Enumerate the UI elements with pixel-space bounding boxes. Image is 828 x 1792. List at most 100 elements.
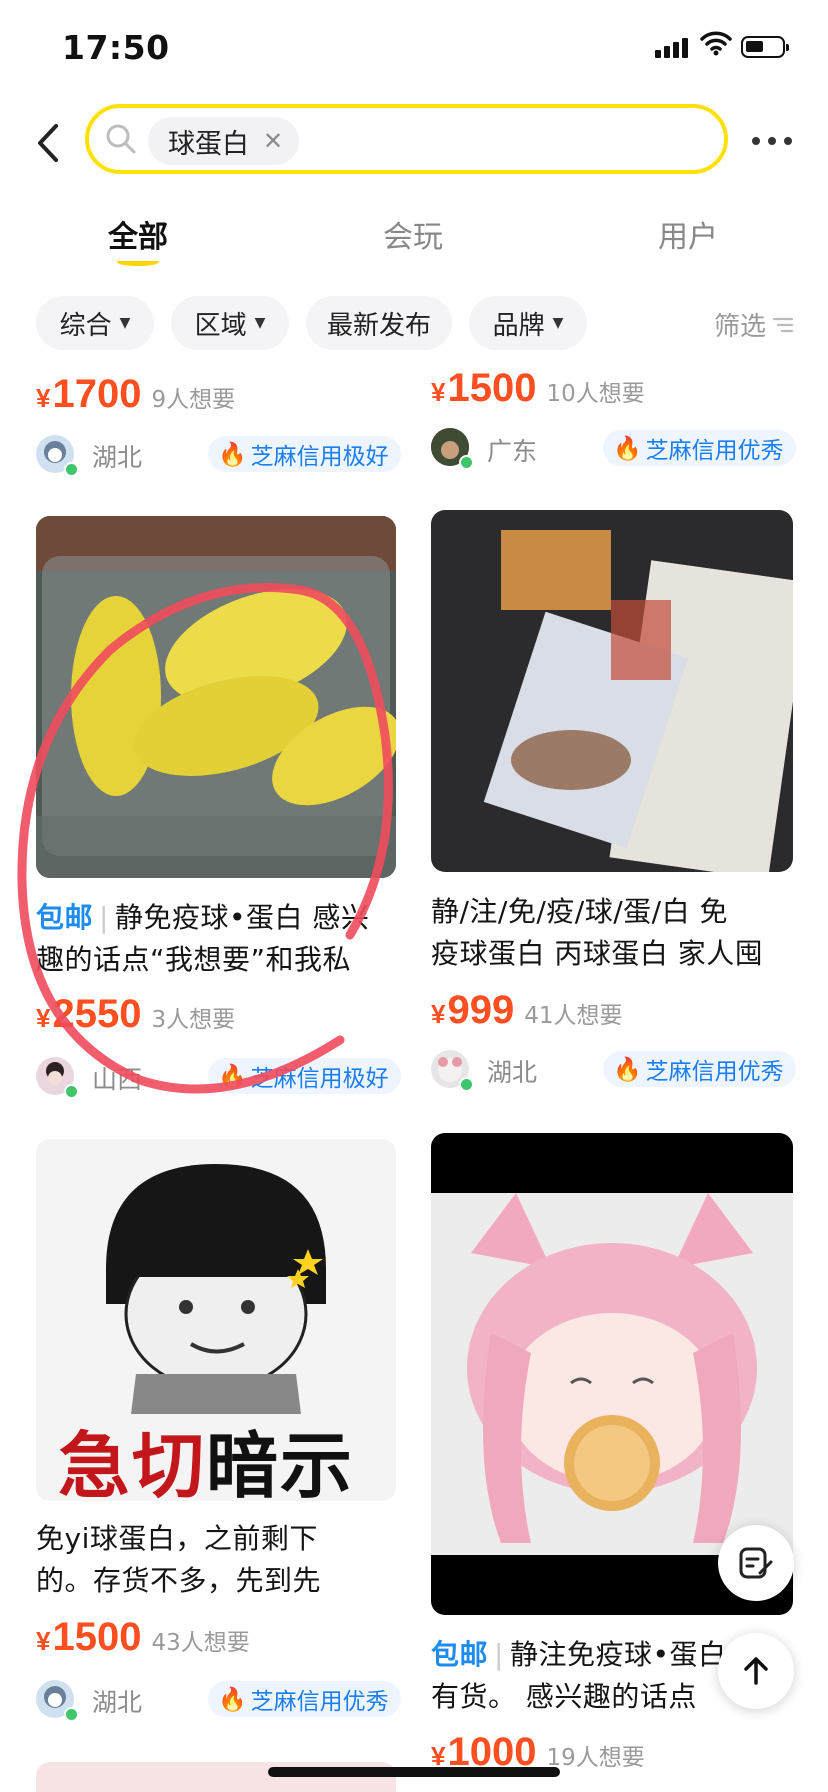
title-line-2: 有货。 感兴趣的话点: [431, 1680, 697, 1713]
credit-text: 芝麻信用优秀: [645, 1059, 784, 1085]
credit-text: 芝麻信用极好: [250, 1066, 389, 1092]
credit-badge: 🔥 芝麻信用优秀: [208, 1681, 401, 1717]
post-item-button[interactable]: [718, 1525, 794, 1601]
credit-badge: 🔥 芝麻信用极好: [208, 436, 401, 472]
cellular-signal-icon: [655, 38, 688, 58]
meme-caption-red: 急切: [58, 1424, 207, 1501]
status-time: 17:50: [62, 28, 170, 67]
price-value: 1700: [52, 372, 142, 416]
online-dot: [64, 1084, 79, 1099]
wants-count: 19人想要: [546, 1745, 645, 1771]
more-options-icon[interactable]: [752, 137, 792, 145]
credit-badge: 🔥 芝麻信用优秀: [603, 1051, 796, 1087]
online-dot: [64, 1707, 79, 1722]
filter-lines-icon: [772, 317, 794, 332]
title-divider: |: [494, 1638, 504, 1671]
filter-sort-label: 综合: [59, 310, 112, 341]
online-dot: [64, 462, 79, 477]
filter-newest[interactable]: 最新发布: [306, 296, 452, 350]
location-label: 湖北: [92, 443, 143, 472]
credit-text: 芝麻信用优秀: [645, 438, 784, 464]
credit-badge: 🔥 芝麻信用极好: [208, 1058, 401, 1094]
credit-text: 芝麻信用极好: [250, 444, 389, 470]
price-label: ¥1700 9人想要: [36, 372, 235, 417]
filter-region[interactable]: 区域 ▼: [171, 296, 289, 350]
credit-flame-icon: 🔥: [218, 441, 247, 468]
online-dot: [459, 455, 474, 470]
product-image-meme[interactable]: 急切暗示: [36, 1139, 396, 1501]
credit-badge: 🔥 芝麻信用优秀: [603, 430, 796, 466]
filter-screen-label: 筛选: [714, 312, 767, 342]
price-label: ¥999 41人想要: [431, 988, 623, 1033]
currency-symbol: ¥: [431, 377, 446, 407]
title-line-2: 趣的话点“我想要”和我私: [36, 943, 352, 976]
tab-players[interactable]: 会玩: [383, 212, 443, 256]
back-arrow-icon[interactable]: [30, 116, 70, 170]
wifi-icon: [700, 31, 732, 56]
location-label: 湖北: [92, 1688, 143, 1717]
wants-count: 43人想要: [151, 1630, 250, 1656]
credit-flame-icon: 🔥: [218, 1686, 247, 1713]
product-title[interactable]: 包邮 | 静注免疫球•蛋白 有货。 感兴趣的话点: [431, 1634, 731, 1718]
product-title[interactable]: 静/注/免/疫/球/蛋/白 免 疫球蛋白 丙球蛋白 家人囤: [431, 891, 806, 975]
credit-text: 芝麻信用优秀: [250, 1689, 389, 1715]
battery-icon: [741, 36, 789, 58]
location-label: 广东: [487, 437, 538, 466]
wants-count: 9人想要: [151, 387, 236, 413]
filter-screen-button[interactable]: 筛选: [714, 306, 794, 343]
location-label: 山西: [92, 1065, 143, 1094]
currency-symbol: ¥: [36, 1003, 51, 1033]
credit-flame-icon: 🔥: [218, 1063, 247, 1090]
filter-region-label: 区域: [194, 310, 247, 341]
free-shipping-tag: 包邮: [431, 1638, 489, 1671]
meme-caption: 急切暗示: [58, 1407, 354, 1501]
title-line-1: 静注免疫球•蛋白: [509, 1638, 727, 1671]
currency-symbol: ¥: [431, 999, 446, 1029]
price-label: ¥1500 43人想要: [36, 1615, 250, 1660]
price-value: 999: [447, 988, 515, 1032]
wants-count: 3人想要: [151, 1007, 236, 1033]
title-divider: |: [99, 901, 109, 934]
caret-down-icon: ▼: [119, 315, 131, 331]
price-label: ¥1500 10人想要: [431, 366, 645, 411]
product-image-durian[interactable]: [36, 516, 396, 878]
filter-sort[interactable]: 综合 ▼: [36, 296, 154, 350]
search-query-text: 球蛋白: [168, 128, 249, 160]
filter-brand-label: 品牌: [492, 310, 545, 341]
wants-count: 10人想要: [546, 381, 645, 407]
online-dot: [459, 1077, 474, 1092]
tab-users[interactable]: 用户: [658, 212, 718, 256]
wants-count: 41人想要: [524, 1003, 623, 1029]
price-value: 2550: [52, 992, 142, 1036]
clear-query-icon[interactable]: ✕: [263, 127, 283, 155]
free-shipping-tag: 包邮: [36, 901, 94, 934]
credit-flame-icon: 🔥: [613, 1056, 642, 1083]
price-value: 1500: [52, 1615, 142, 1659]
arrow-up-icon: [744, 1657, 768, 1685]
credit-flame-icon: 🔥: [613, 435, 642, 462]
caret-down-icon: ▼: [254, 315, 266, 331]
active-tab-indicator: [117, 258, 159, 266]
product-title[interactable]: 包邮 | 静免疫球•蛋白 感兴 趣的话点“我想要”和我私: [36, 897, 406, 981]
title-line-2: 疫球蛋白 丙球蛋白 家人囤: [431, 937, 764, 970]
currency-symbol: ¥: [36, 383, 51, 413]
currency-symbol: ¥: [36, 1626, 51, 1656]
tab-all[interactable]: 全部: [108, 212, 168, 256]
edit-note-icon: [739, 1547, 773, 1579]
title-line-1: 静/注/免/疫/球/蛋/白 免: [431, 895, 729, 928]
filter-brand[interactable]: 品牌 ▼: [469, 296, 587, 350]
search-query-chip[interactable]: 球蛋白 ✕: [148, 117, 300, 165]
filter-newest-label: 最新发布: [326, 310, 431, 341]
meme-caption-black: 暗示: [206, 1424, 355, 1501]
product-title[interactable]: 免yi球蛋白，之前剩下 的。存货不多，先到先: [36, 1518, 406, 1602]
title-line-2: 的。存货不多，先到先: [36, 1564, 322, 1597]
title-line-1: 静免疫球•蛋白 感兴: [114, 901, 370, 934]
title-line-1: 免yi球蛋白，之前剩下: [36, 1522, 318, 1555]
caret-down-icon: ▼: [552, 315, 564, 331]
price-value: 1500: [447, 366, 537, 410]
back-to-top-button[interactable]: [718, 1633, 794, 1709]
home-indicator: [268, 1767, 560, 1777]
product-image-box[interactable]: [431, 510, 793, 872]
search-icon: [106, 124, 136, 154]
location-label: 湖北: [487, 1058, 538, 1087]
